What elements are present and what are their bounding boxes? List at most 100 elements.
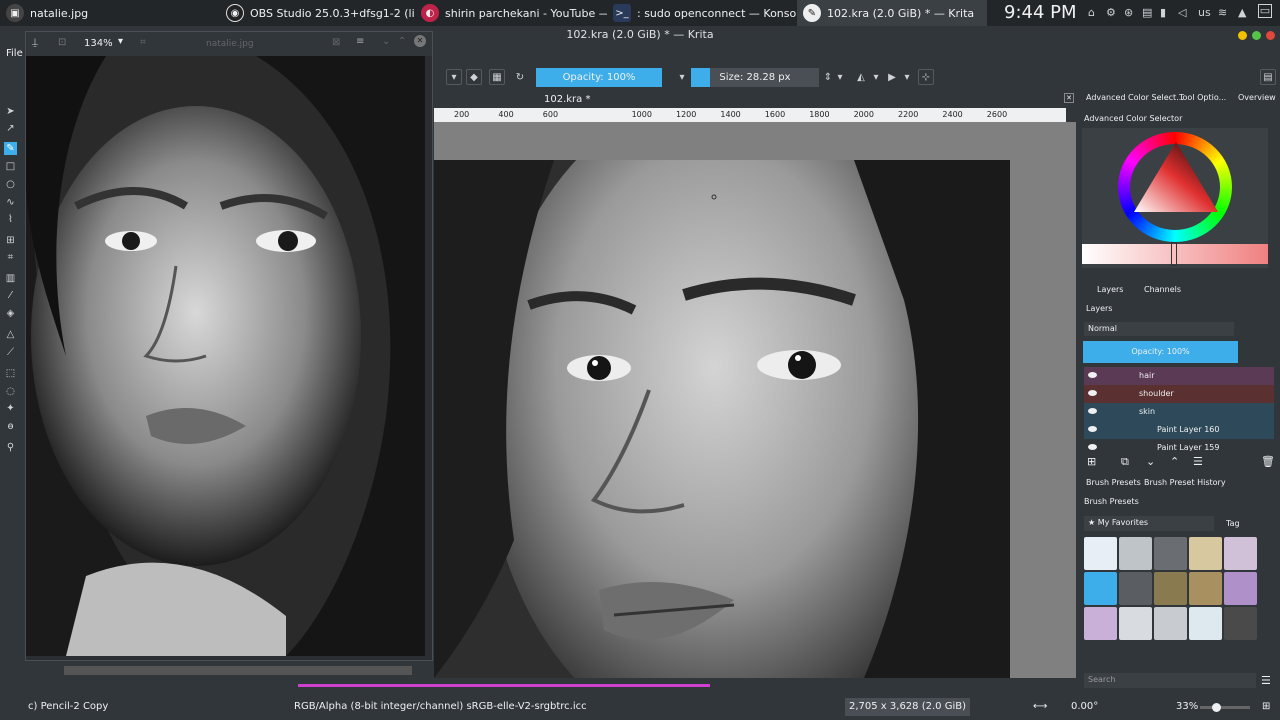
transform-icon[interactable]: ⊞ [4,234,17,247]
brush-preset[interactable] [1154,537,1187,570]
minimize-button[interactable] [1238,31,1247,40]
chevron-down-icon[interactable]: ▾ [446,69,462,85]
volume-icon[interactable]: ◁ [1178,6,1186,19]
tab-brush-presets[interactable]: Brush Presets [1086,478,1141,487]
visibility-icon[interactable] [1088,390,1097,396]
move-up-icon[interactable]: ⌃ [1170,455,1179,468]
clipboard-icon[interactable]: ▤ [1142,6,1152,19]
show-desktop-icon[interactable]: ▭ [1258,4,1272,18]
keyboard-layout[interactable]: us [1198,6,1211,19]
color-picker-icon[interactable]: ⁄ [4,289,17,302]
select-shapes-icon[interactable]: ➤ [4,105,17,118]
brush-preset[interactable] [1084,607,1117,640]
tab-advanced-color-selector[interactable]: Advanced Color Select... [1086,93,1184,102]
freehand-brush-icon[interactable]: ✎ [4,142,17,155]
menu-icon[interactable]: ≡ [356,36,364,47]
workspace-icon[interactable]: ▤ [1260,69,1276,85]
zoom-slider[interactable] [1200,703,1250,712]
tab-overview[interactable]: Overview [1238,93,1276,102]
chevron-down-icon[interactable]: ▾ [674,69,690,85]
visibility-icon[interactable] [1088,426,1097,432]
layer-row[interactable]: Paint Layer 160 [1084,421,1274,439]
document-tab[interactable]: 102.kra * [544,94,590,105]
brush-preset[interactable] [1224,607,1257,640]
freehand-path-icon[interactable]: ⌇ [4,213,17,226]
mirror-horizontal-icon[interactable]: ◭ [853,69,869,85]
network-icon[interactable]: ⚙ [1106,6,1116,19]
task-krita[interactable]: ✎ 102.kra (2.0 GiB) * — Krita [797,0,987,26]
zoom-value[interactable]: 33% [1176,694,1198,720]
ellipse-select-icon[interactable]: ◌ [4,385,17,398]
task-natalie[interactable]: ▣ natalie.jpg [0,0,220,26]
chevron-down-icon[interactable]: ▾ [899,69,915,85]
color-triangle[interactable] [1134,142,1218,214]
visibility-icon[interactable] [1088,444,1097,450]
crop-icon[interactable]: ⌗ [140,37,146,48]
visibility-icon[interactable] [1088,372,1097,378]
wifi-icon[interactable]: ≋ [1218,6,1227,19]
magic-wand-icon[interactable]: ✦ [4,402,17,415]
brush-preset[interactable] [1084,537,1117,570]
expand-icon[interactable]: ⊞ [1262,694,1270,720]
opacity-slider[interactable]: Opacity: 100% [536,68,662,87]
layer-row[interactable]: hair [1084,367,1274,385]
chevron-down-icon[interactable]: ▾ [118,36,123,47]
close-tab-icon[interactable]: ✕ [1064,93,1074,103]
zoom-slider-handle[interactable] [1212,703,1221,712]
add-layer-icon[interactable]: ⊞ [1087,455,1096,468]
tag-button[interactable]: Tag [1226,519,1240,528]
chevron-up-icon[interactable]: ⌃ [398,36,406,47]
tab-channels[interactable]: Channels [1144,285,1181,294]
assistant-icon[interactable]: △ [4,328,17,341]
measure-icon[interactable]: ⟋ [4,346,17,359]
size-slider[interactable]: Size: 28.28 px [691,68,819,87]
task-obs[interactable]: ◉ OBS Studio 25.0.3+dfsg1-2 (linux) - ..… [220,0,415,26]
edit-shapes-icon[interactable]: ↗ [4,122,17,135]
zoom-icon[interactable]: ⚲ [4,441,17,454]
clock[interactable]: 9:44 PM [1004,2,1077,23]
reload-preset-icon[interactable]: ↻ [512,69,528,85]
brush-preset[interactable] [1119,537,1152,570]
canvas-painting[interactable] [434,160,1010,678]
current-brush[interactable]: c) Pencil-2 Copy [28,694,108,720]
brush-preset[interactable] [1189,537,1222,570]
wrap-around-icon[interactable]: ⊹ [918,69,934,85]
brush-preset[interactable] [1189,607,1222,640]
horizontal-scrollbar[interactable] [64,666,412,675]
zoom-level[interactable]: 134% [84,38,113,49]
blend-mode-select[interactable]: Normal [1084,322,1234,336]
brush-preset[interactable] [1224,537,1257,570]
gradient-icon[interactable]: ▥ [4,272,17,285]
layer-properties-icon[interactable]: ☰ [1193,455,1203,468]
rotate-icon[interactable]: ⟷ [1033,694,1047,720]
rectangle-icon[interactable]: □ [4,160,17,173]
crop-icon[interactable]: ⌗ [4,251,17,264]
layer-opacity-slider[interactable]: Opacity: 100% [1083,341,1238,363]
move-down-icon[interactable]: ⌄ [1146,455,1155,468]
brush-preset[interactable] [1224,572,1257,605]
close-button[interactable] [1266,31,1275,40]
expand-icon[interactable]: ⊠ [332,37,340,48]
bezier-icon[interactable]: ∿ [4,196,17,209]
brush-preset[interactable] [1119,572,1152,605]
brush-preset[interactable] [1154,607,1187,640]
fill-icon[interactable]: ◈ [4,307,17,320]
update-icon[interactable]: ⊛ [1124,6,1133,19]
expand-tray-icon[interactable]: ▲ [1238,6,1246,19]
tab-layers[interactable]: Layers [1097,285,1123,294]
lasso-icon[interactable]: ɵ [4,420,17,433]
chevron-down-icon[interactable]: ▾ [868,69,884,85]
duplicate-layer-icon[interactable]: ⧉ [1121,455,1129,469]
brush-preset[interactable] [1189,572,1222,605]
ellipse-icon[interactable]: ○ [4,178,17,191]
delete-layer-icon[interactable]: 🗑 [1261,455,1275,468]
chevron-down-icon[interactable]: ⌄ [382,36,390,47]
maximize-button[interactable] [1252,31,1261,40]
fit-icon[interactable]: ⊡ [58,37,66,48]
tag-select[interactable]: ★ My Favorites [1084,516,1214,531]
task-firefox[interactable]: ◐ shirin parchekani - YouTube — Moz... [415,0,607,26]
preserve-alpha-icon[interactable]: ▦ [489,69,505,85]
tab-brush-preset-history[interactable]: Brush Preset History [1144,478,1226,487]
brush-preset[interactable] [1084,572,1117,605]
brush-preset[interactable] [1154,572,1187,605]
